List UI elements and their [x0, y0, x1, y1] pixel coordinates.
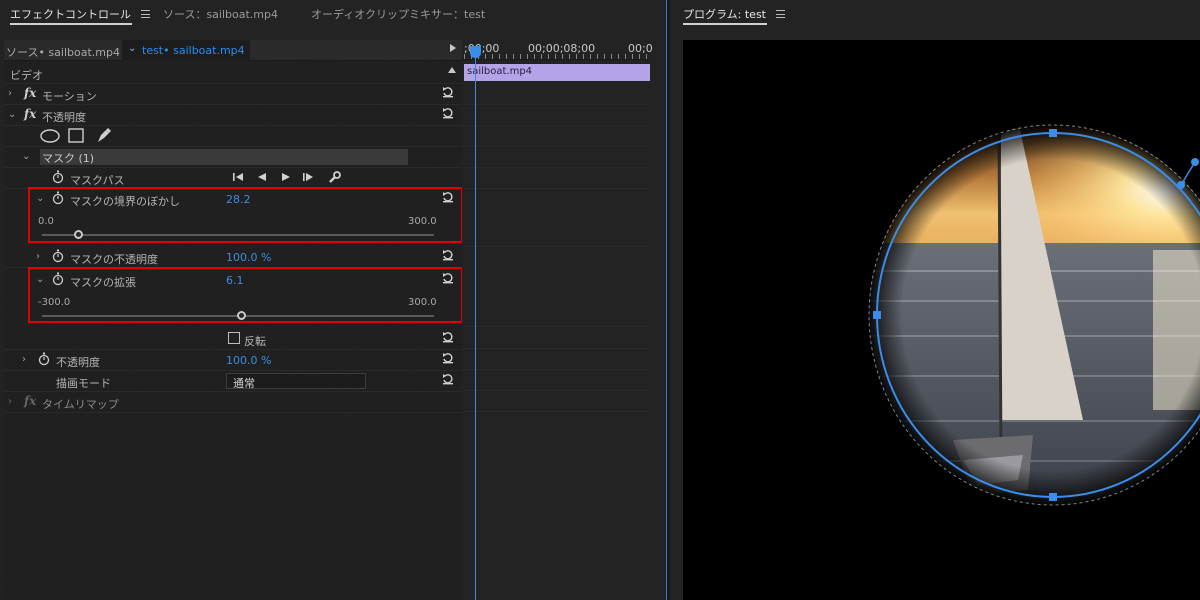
- feather-slider-track[interactable]: [42, 234, 434, 236]
- stopwatch-icon[interactable]: [52, 272, 64, 286]
- blend-mode-row: 描画モード 通常 ⌄: [4, 371, 462, 392]
- effect-controls-header: ソース• sailboat.mp4 ⌄ test• sailboat.mp4: [4, 40, 462, 61]
- blend-mode-select[interactable]: 通常 ⌄: [226, 373, 366, 390]
- chevron-down-icon[interactable]: ⌄: [8, 109, 16, 120]
- chevron-right-icon[interactable]: ›: [36, 251, 40, 262]
- stopwatch-icon[interactable]: [52, 249, 64, 263]
- reset-icon[interactable]: [442, 191, 454, 203]
- mask-feather-row: ⌄ マスクの境界のぼかし 28.2: [4, 189, 462, 210]
- reset-icon[interactable]: [442, 352, 454, 364]
- playhead-line[interactable]: [475, 46, 476, 600]
- fx-icon[interactable]: fx: [24, 86, 36, 100]
- tab-source[interactable]: ソース：sailboat.mp4: [163, 6, 278, 22]
- bezier-handle-point[interactable]: [1191, 158, 1199, 166]
- sequence-clip-tab[interactable]: ⌄ test• sailboat.mp4: [122, 40, 250, 61]
- program-monitor[interactable]: [683, 40, 1200, 600]
- timeline-clip[interactable]: sailboat.mp4: [464, 64, 650, 81]
- mask-shape-tools: [4, 126, 462, 147]
- rectangle-mask-icon[interactable]: [68, 128, 84, 143]
- track-backward-one-icon[interactable]: [232, 172, 246, 182]
- program-tab-underline: [683, 23, 767, 25]
- reset-icon[interactable]: [442, 107, 454, 119]
- mask-vertex-left[interactable]: [873, 311, 881, 319]
- time-ruler[interactable]: ;00;00 00;00;08;00 00;0: [462, 40, 653, 60]
- feather-min-label: 0.0: [38, 216, 54, 227]
- chevron-right-icon[interactable]: ›: [8, 396, 12, 407]
- mask-vertex-bottom[interactable]: [1049, 493, 1057, 501]
- reset-icon[interactable]: [442, 272, 454, 284]
- mask-name-bar[interactable]: マスク (1): [40, 149, 408, 165]
- chevron-down-icon[interactable]: ⌄: [128, 43, 136, 54]
- wrench-icon[interactable]: [328, 171, 341, 184]
- tab-audio-clip-mixer[interactable]: オーディオクリップミキサー：test: [311, 6, 485, 22]
- track-forward-one-icon[interactable]: [302, 172, 316, 182]
- program-video-frame[interactable]: [683, 40, 1200, 600]
- expansion-min-label: -300.0: [38, 297, 71, 308]
- playhead-handle[interactable]: [470, 46, 481, 58]
- feather-value[interactable]: 28.2: [226, 193, 251, 206]
- fx-icon: fx: [24, 394, 37, 408]
- reset-icon[interactable]: [442, 86, 454, 98]
- expansion-value[interactable]: 6.1: [226, 274, 244, 287]
- chevron-down-icon[interactable]: ⌄: [36, 274, 44, 285]
- tab-effect-controls[interactable]: エフェクトコントロール: [10, 6, 150, 25]
- feather-max-label: 300.0: [408, 216, 437, 227]
- chevron-down-icon: ⌄: [233, 376, 241, 386]
- panel-divider[interactable]: [667, 0, 670, 600]
- reset-icon[interactable]: [442, 331, 454, 343]
- mask-vertex-top[interactable]: [1049, 129, 1057, 137]
- panel-focus-border: [666, 0, 667, 600]
- chevron-right-icon[interactable]: ›: [22, 354, 26, 365]
- opacity-value[interactable]: 100.0 %: [226, 354, 271, 367]
- track-forward-icon[interactable]: [280, 172, 292, 182]
- fx-icon[interactable]: fx: [24, 107, 36, 121]
- video-section-header: ビデオ: [4, 63, 462, 84]
- chevron-down-icon[interactable]: ⌄: [22, 151, 30, 162]
- program-menu-icon[interactable]: [776, 10, 785, 18]
- mask-opacity-value[interactable]: 100.0 %: [226, 251, 271, 264]
- expansion-max-label: 300.0: [408, 297, 437, 308]
- mask-1-row[interactable]: ⌄ マスク (1): [4, 147, 462, 168]
- stopwatch-icon[interactable]: [38, 352, 50, 366]
- chevron-down-icon[interactable]: ⌄: [36, 193, 44, 204]
- ellipse-mask-icon[interactable]: [40, 129, 60, 143]
- opacity-effect-row[interactable]: ⌄ fx 不透明度: [4, 105, 462, 126]
- reset-icon[interactable]: [442, 249, 454, 261]
- tab-program[interactable]: プログラム: test: [683, 6, 785, 25]
- mask-opacity-row: › マスクの不透明度 100.0 %: [4, 247, 462, 268]
- chevron-right-icon[interactable]: ›: [8, 88, 12, 99]
- active-tab-underline: [10, 23, 132, 25]
- mask-expansion-row: ⌄ マスクの拡張 6.1: [4, 270, 462, 291]
- bezier-handle-line: [1180, 161, 1196, 186]
- ruler-ticks: [464, 54, 650, 59]
- time-remap-row[interactable]: › fx タイムリマップ: [4, 392, 462, 413]
- motion-effect-row[interactable]: › fx モーション: [4, 84, 462, 105]
- play-triangle-icon[interactable]: [450, 44, 456, 52]
- track-backward-icon[interactable]: [256, 172, 268, 182]
- opacity-value-row: › 不透明度 100.0 %: [4, 350, 462, 371]
- panel-menu-icon[interactable]: [141, 10, 150, 18]
- stopwatch-icon[interactable]: [52, 191, 64, 205]
- bezier-handle-point[interactable]: [1177, 181, 1185, 189]
- reset-icon[interactable]: [442, 373, 454, 385]
- mask-feather-edge: [869, 125, 1200, 505]
- pen-mask-icon[interactable]: [96, 127, 112, 144]
- effect-timeline: ;00;00 00;00;08;00 00;0 sailboat.mp4: [462, 40, 653, 600]
- stopwatch-icon[interactable]: [52, 170, 64, 184]
- mask-path-row: マスクパス: [4, 168, 462, 189]
- source-clip-label[interactable]: ソース• sailboat.mp4: [6, 44, 120, 60]
- panel-tab-bar: エフェクトコントロール ソース：sailboat.mp4 オーディオクリップミキ…: [0, 0, 666, 26]
- effect-controls-panel: ソース• sailboat.mp4 ⌄ test• sailboat.mp4 ビ…: [4, 40, 463, 600]
- collapse-up-icon[interactable]: [448, 67, 456, 73]
- mask-invert-row: 反転: [4, 329, 462, 350]
- invert-checkbox[interactable]: [228, 332, 240, 344]
